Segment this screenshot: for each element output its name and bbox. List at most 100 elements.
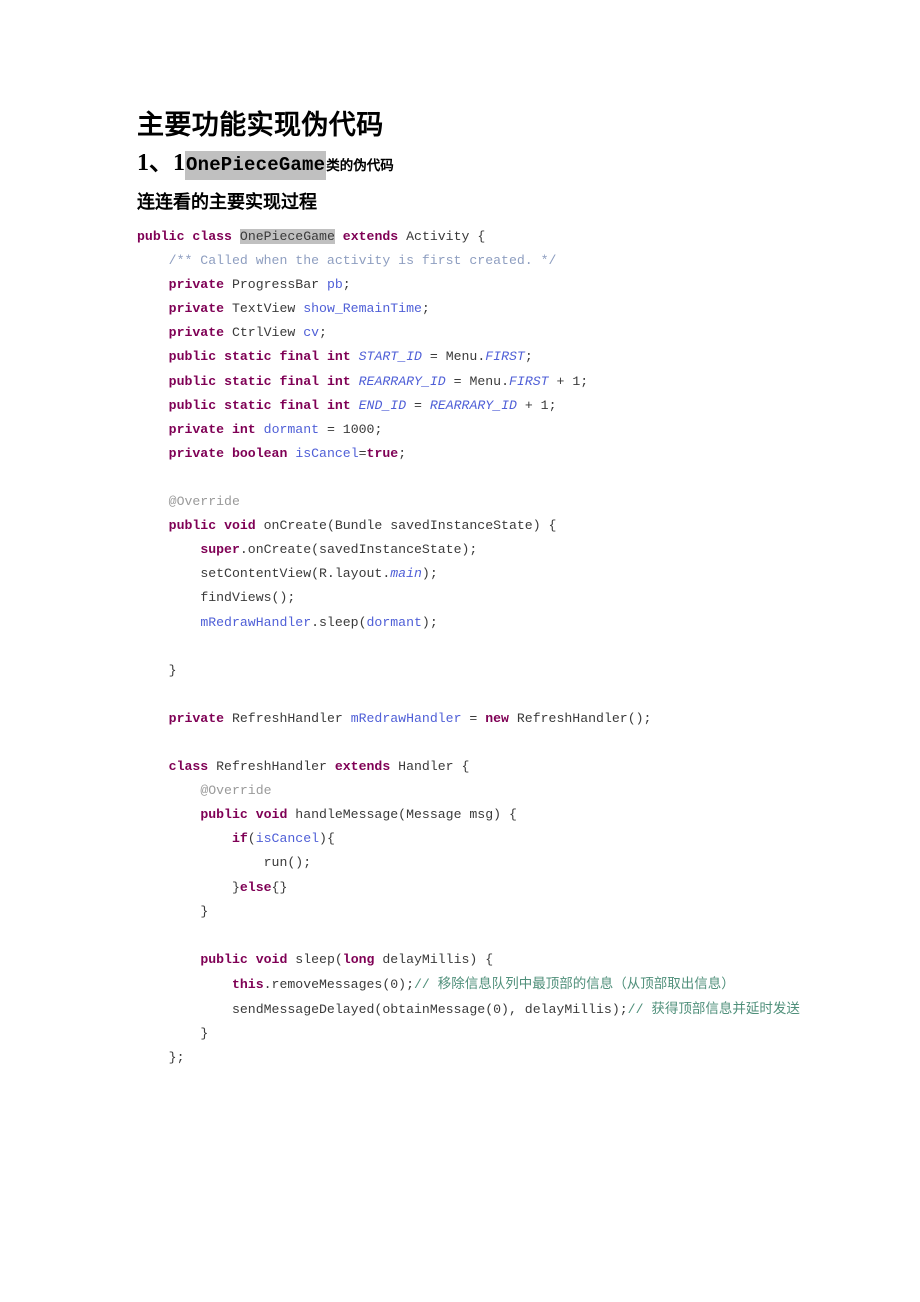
code-token: class xyxy=(168,759,209,775)
code-token: run(); xyxy=(263,855,312,871)
code-token: findViews(); xyxy=(200,590,296,606)
code-token: + 1; xyxy=(548,373,589,389)
code-token: void xyxy=(255,951,288,967)
code-token: = xyxy=(358,445,367,461)
code-token: ); xyxy=(421,566,438,582)
code-line: super.onCreate(savedInstanceState); xyxy=(137,538,802,562)
code-token: class xyxy=(192,229,232,244)
code-token: cv xyxy=(303,325,320,341)
code-token: private xyxy=(168,277,225,293)
code-token: OnePieceGame xyxy=(239,229,335,244)
code-token: mRedrawHandler xyxy=(350,710,462,726)
code-line: private int dormant = 1000; xyxy=(137,418,802,442)
code-token: = xyxy=(461,710,486,726)
code-token: new xyxy=(485,710,509,726)
code-token: RefreshHandler xyxy=(208,759,335,775)
code-token: START_ID xyxy=(358,349,422,365)
code-line: private ProgressBar pb; xyxy=(137,273,802,297)
code-token: if xyxy=(231,831,248,847)
code-line: public void sleep(long delayMillis) { xyxy=(137,948,802,972)
code-token: TextView xyxy=(224,301,304,317)
code-token: true xyxy=(366,445,399,461)
code-token: } xyxy=(231,879,240,895)
code-token: onCreate(Bundle savedInstanceState) { xyxy=(255,518,557,534)
code-token: } xyxy=(200,903,209,919)
code-token: @Override xyxy=(200,783,272,799)
code-token: private xyxy=(168,445,225,461)
code-token: + 1; xyxy=(516,397,557,413)
section-number: 1、1 xyxy=(137,150,185,176)
code-line: } xyxy=(137,1022,802,1046)
code-token: /** Called when the activity is first cr… xyxy=(168,253,557,269)
code-line: sendMessageDelayed(obtainMessage(0), del… xyxy=(137,997,802,1022)
code-line: }; xyxy=(137,1046,802,1070)
code-token: // xyxy=(414,976,438,992)
code-token: = Menu. xyxy=(421,349,486,365)
code-token: public xyxy=(168,397,217,413)
code-token: } xyxy=(200,1026,209,1042)
code-token: ProgressBar xyxy=(224,277,327,293)
code-token: FIRST xyxy=(485,349,525,365)
code-token: final xyxy=(279,373,320,389)
code-line: public void onCreate(Bundle savedInstanc… xyxy=(137,514,802,538)
code-token: 移除信息队列中最顶部的信息（从顶部取出信息） xyxy=(437,975,735,991)
code-token: {} xyxy=(271,879,288,895)
code-token: static xyxy=(224,373,272,389)
code-line: this.removeMessages(0);// 移除信息队列中最顶部的信息（… xyxy=(137,972,802,997)
code-line: private CtrlView cv; xyxy=(137,321,802,345)
code-token: private xyxy=(168,710,225,726)
code-token: public xyxy=(168,349,217,365)
code-token: ( xyxy=(247,831,256,847)
code-token: super xyxy=(200,542,240,558)
section-highlighted-term: OnePieceGame xyxy=(185,151,327,180)
code-token: ; xyxy=(342,277,351,293)
code-block: public class OnePieceGame extends Activi… xyxy=(137,225,802,1070)
code-token: = 1000; xyxy=(319,421,383,437)
code-token: END_ID xyxy=(358,397,407,413)
code-line: setContentView(R.layout.main); xyxy=(137,562,802,586)
code-line: } xyxy=(137,900,802,924)
code-token: REARRARY_ID xyxy=(429,397,517,413)
code-token: final xyxy=(279,349,320,365)
code-token: ; xyxy=(398,445,407,461)
code-token: else xyxy=(239,879,272,895)
document-page: 主要功能实现伪代码 1、1OnePieceGame类的伪代码 连连看的主要实现过… xyxy=(0,0,920,1302)
code-line: @Override xyxy=(137,490,802,514)
code-line: if(isCancel){ xyxy=(137,827,802,851)
code-token: private xyxy=(168,325,225,341)
code-token: int xyxy=(326,397,351,413)
code-token: final xyxy=(279,397,320,413)
code-token: Handler { xyxy=(390,759,470,775)
code-line: run(); xyxy=(137,851,802,875)
code-token: Activity { xyxy=(398,229,486,244)
page-title: 主要功能实现伪代码 xyxy=(137,110,384,140)
code-line: /** Called when the activity is first cr… xyxy=(137,249,802,273)
section-heading: 1、1OnePieceGame类的伪代码 xyxy=(137,148,797,181)
section-heading-suffix: 类的伪代码 xyxy=(326,158,394,173)
code-token: public xyxy=(200,807,248,823)
code-line: mRedrawHandler.sleep(dormant); xyxy=(137,611,802,635)
code-token: CtrlView xyxy=(224,325,304,341)
code-line: findViews(); xyxy=(137,586,802,610)
code-token: RefreshHandler(); xyxy=(508,710,652,726)
code-token: this xyxy=(231,976,264,992)
code-token: int xyxy=(326,373,351,389)
code-token: }; xyxy=(168,1050,185,1066)
code-token: extends xyxy=(334,759,391,775)
code-line: public static final int END_ID = REARRAR… xyxy=(137,394,802,418)
